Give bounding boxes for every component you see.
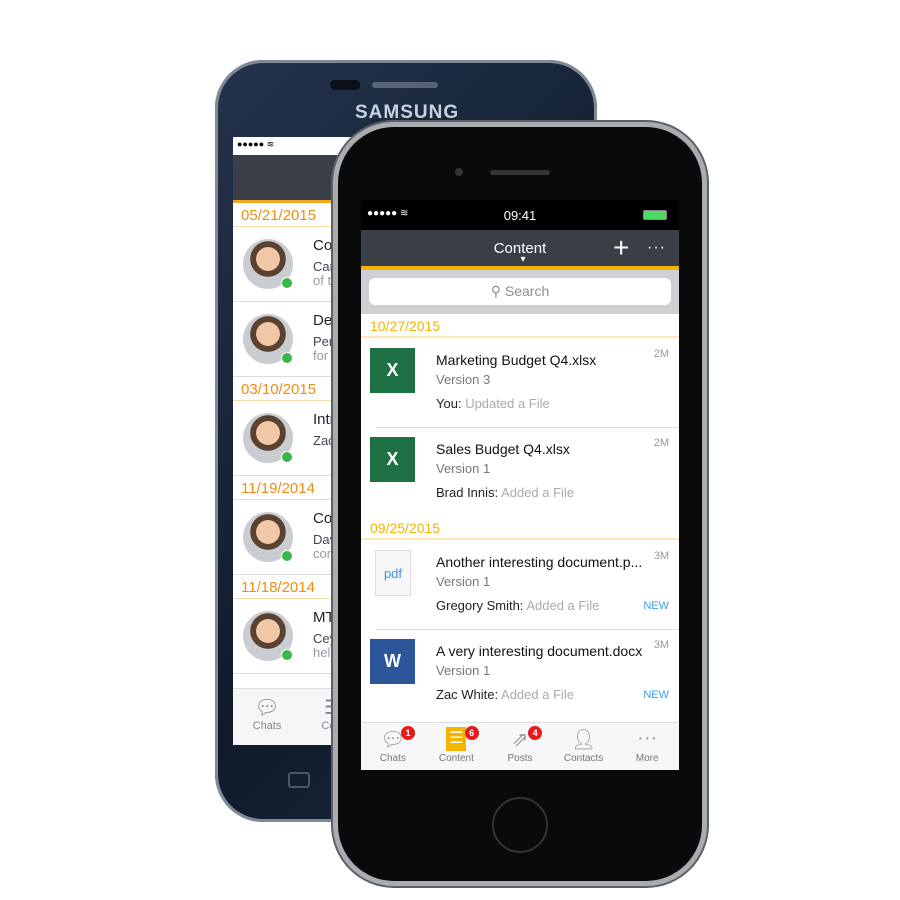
file-size: 3M: [653, 550, 669, 562]
contacts-icon: 👤︎: [570, 729, 597, 751]
tab-chats[interactable]: 💬︎ 1 Chats: [361, 723, 425, 770]
file-activity: Gregory Smith: Added a File: [436, 598, 600, 613]
pdf-file-icon: pdf: [375, 550, 411, 596]
chat-list-item[interactable]: Con Caro of th: [233, 227, 353, 302]
chat-preview: of th: [313, 273, 339, 288]
tab-badge: 6: [464, 726, 479, 740]
excel-file-icon: X: [370, 348, 415, 393]
nav-header: Content ▾ + ···: [361, 230, 679, 270]
chat-title: Dep: [313, 312, 341, 329]
speaker-sensors: [330, 80, 360, 90]
file-name: Another interesting document.p...: [436, 554, 643, 570]
file-size: 2M: [653, 437, 669, 449]
chat-list-item[interactable]: Dep Perr for s: [233, 302, 353, 377]
home-button[interactable]: [492, 797, 548, 853]
samsung-logo: SAMSUNG: [355, 102, 460, 123]
add-button[interactable]: +: [613, 232, 629, 264]
recent-apps-button[interactable]: [288, 772, 310, 788]
tab-content[interactable]: ☰ 6 Content: [425, 723, 489, 770]
online-status-icon: [281, 649, 293, 661]
tab-bar: 💬︎ 1 Chats ☰ 6 Content ⇗ 4 Posts 👤︎ Contacts ··· Mor…: [361, 722, 679, 770]
search-bar: ⚲ Search: [361, 270, 679, 314]
chat-list-item[interactable]: Intro Zac: [233, 401, 353, 476]
file-size: 3M: [653, 639, 669, 651]
file-size: 2M: [653, 348, 669, 360]
search-input[interactable]: ⚲ Search: [369, 278, 671, 305]
file-list-item[interactable]: X Sales Budget Q4.xlsx Version 1 Brad Innis…: [361, 427, 679, 516]
new-badge: NEW: [643, 689, 669, 701]
back-tab-bar: 💬︎ Chats ☰ Cont: [233, 688, 353, 745]
file-list-item[interactable]: W A very interesting document.docx Version…: [361, 629, 679, 718]
online-status-icon: [281, 451, 293, 463]
chat-preview: for s: [313, 348, 339, 363]
search-icon: ⚲: [490, 283, 505, 299]
chat-sender: Perr: [313, 334, 338, 349]
tab-posts[interactable]: ⇗ 4 Posts: [488, 723, 552, 770]
file-version: Version 1: [436, 663, 491, 678]
tab-more[interactable]: ··· More: [615, 723, 679, 770]
chat-title: Con: [313, 510, 341, 527]
excel-file-icon: X: [370, 437, 415, 482]
file-name: Marketing Budget Q4.xlsx: [436, 352, 597, 368]
front-camera: [455, 168, 463, 176]
chat-list-item[interactable]: MTe Ceyl help: [233, 599, 353, 674]
back-status-bar: ●●●●● ≋: [233, 137, 353, 155]
more-icon: ···: [637, 727, 658, 749]
chat-title: Con: [313, 237, 341, 254]
tab-contacts[interactable]: 👤︎ Contacts: [552, 723, 616, 770]
chat-preview: com: [313, 546, 338, 561]
content-icon: ☰: [446, 727, 467, 751]
date-header: 03/10/2015: [233, 377, 353, 401]
chat-icon: 💬︎: [254, 697, 280, 719]
more-button[interactable]: ···: [647, 239, 666, 257]
file-activity: Brad Innis: Added a File: [436, 485, 575, 500]
tab-label: Posts: [507, 753, 533, 764]
chat-preview: help: [313, 645, 338, 660]
back-phone-screen: ●●●●● ≋ 05/21/2015 Con Caro of th Dep Perr for…: [233, 137, 353, 745]
chat-sender: Davi: [313, 532, 340, 547]
file-version: Version 1: [436, 574, 491, 589]
earpiece: [490, 170, 550, 175]
clock: 09:41: [503, 208, 537, 223]
chat-sender: Zac: [313, 433, 335, 448]
chat-list-item[interactable]: Con Davi com: [233, 500, 353, 575]
online-status-icon: [281, 277, 293, 289]
content-screen: ●●●●● ≋ 09:41 Content ▾ + ··· ⚲ Search 1…: [361, 200, 679, 770]
tab-label: More: [635, 753, 659, 764]
tab-badge: 1: [401, 726, 415, 740]
online-status-icon: [281, 550, 293, 562]
tab-label: Contacts: [563, 753, 604, 764]
file-activity: Zac White: Added a File: [436, 687, 575, 702]
date-header: 09/25/2015: [361, 516, 679, 540]
file-version: Version 3: [436, 372, 491, 387]
earpiece: [372, 82, 438, 88]
online-status-icon: [281, 352, 293, 364]
status-bar: ●●●●● ≋ 09:41: [361, 200, 679, 230]
file-list-item[interactable]: pdf Another interesting document.p... Vers…: [361, 540, 679, 629]
date-header: 11/19/2014: [233, 476, 353, 500]
file-version: Version 1: [436, 461, 491, 476]
new-badge: NEW: [643, 600, 669, 612]
date-header: 11/18/2014: [233, 575, 353, 599]
posts-icon: ⇗: [511, 729, 529, 751]
file-activity: You: Updated a File: [436, 396, 550, 411]
date-header: 10/27/2015: [361, 314, 679, 338]
file-list-item[interactable]: X Marketing Budget Q4.xlsx Version 3 You: U…: [361, 338, 679, 427]
file-name: Sales Budget Q4.xlsx: [436, 441, 570, 457]
word-file-icon: W: [370, 639, 415, 684]
chat-sender: Ceyl: [313, 631, 340, 646]
tab-label: Chats: [379, 753, 406, 764]
chat-sender: Caro: [313, 259, 342, 274]
date-header: 05/21/2015: [233, 203, 353, 227]
back-header: [233, 155, 353, 203]
chat-icon: 💬︎: [380, 729, 406, 751]
file-name: A very interesting document.docx: [436, 643, 643, 659]
back-tab-chats[interactable]: 💬︎ Chats: [249, 695, 285, 732]
caret-down-icon[interactable]: ▾: [361, 254, 679, 265]
tab-label: Content: [438, 753, 474, 764]
battery-charging-icon: [643, 210, 667, 220]
